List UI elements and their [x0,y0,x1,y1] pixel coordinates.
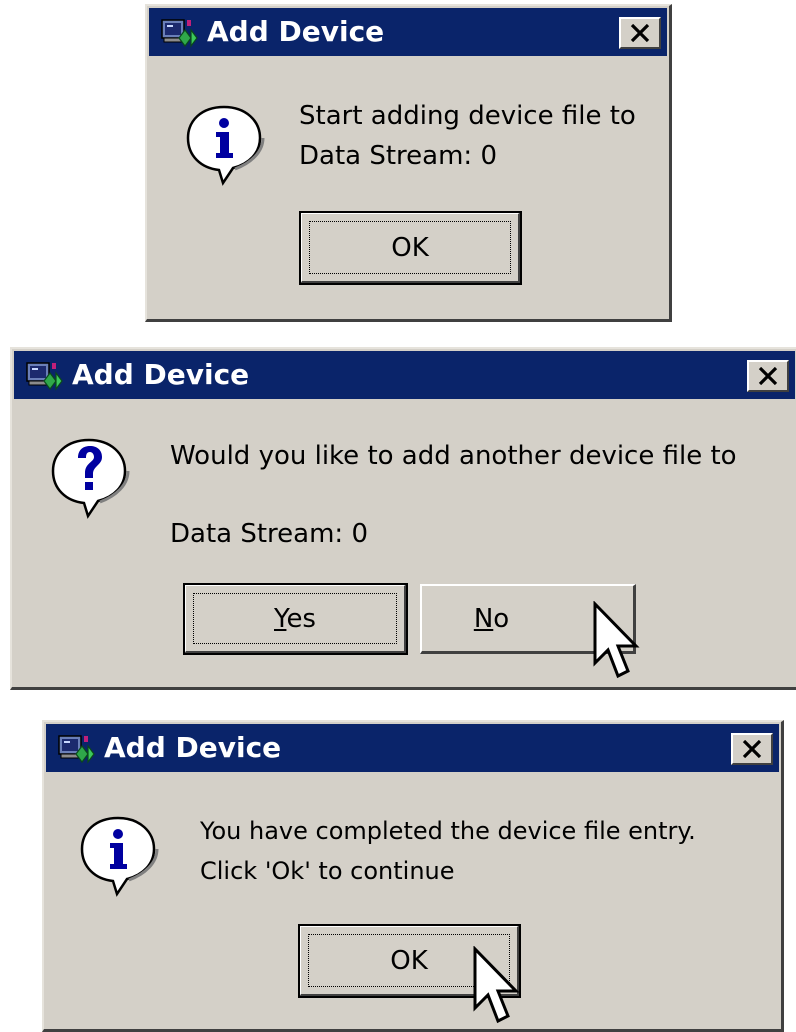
app-device-icon [161,18,201,48]
close-button[interactable] [747,360,789,392]
add-device-dialog-complete: Add Device You have completed the device… [42,720,784,1032]
message-line: You have completed the device file entry… [200,817,696,845]
dialog-title: Add Device [104,731,282,764]
label-rest: o [493,603,510,634]
ok-button[interactable]: OK [299,211,522,285]
app-device-icon [26,361,66,391]
message-text: Would you like to add another device fil… [170,417,737,573]
yes-button[interactable]: Yes [183,583,408,655]
label-rest: es [286,603,316,634]
info-icon [77,812,159,898]
title-bar[interactable]: Add Device [46,724,779,772]
question-icon [48,434,130,520]
page: Add Device Start adding device file to D… [0,0,796,1032]
title-bar[interactable]: Add Device [149,8,667,56]
message-line: Start adding device file to [299,101,636,131]
message-line: Click 'Ok' to continue [200,857,455,885]
message-line: Would you like to add another device fil… [170,441,737,471]
info-icon [183,101,265,187]
close-icon [630,24,650,42]
button-label: No [422,604,561,634]
mnemonic: Y [274,603,287,634]
add-device-dialog-another: Add Device Would you like to add another… [10,347,796,690]
close-icon [742,740,762,758]
message-line: Data Stream: 0 [170,519,368,549]
app-device-icon [58,734,98,764]
close-icon [758,367,778,385]
mnemonic: N [473,603,494,634]
button-label: OK [391,232,429,263]
close-button[interactable] [619,17,661,49]
dialog-title: Add Device [207,15,385,48]
close-button[interactable] [731,733,773,765]
mouse-pointer-icon [592,601,644,685]
title-bar[interactable]: Add Device [14,351,795,399]
button-label: Yes [186,604,404,634]
message-text: Start adding device file to Data Stream:… [299,96,636,176]
mouse-pointer-icon [472,946,524,1030]
add-device-dialog-start: Add Device Start adding device file to D… [145,4,672,322]
message-text: You have completed the device file entry… [200,811,696,891]
message-line: Data Stream: 0 [299,141,497,171]
dialog-title: Add Device [72,358,250,391]
